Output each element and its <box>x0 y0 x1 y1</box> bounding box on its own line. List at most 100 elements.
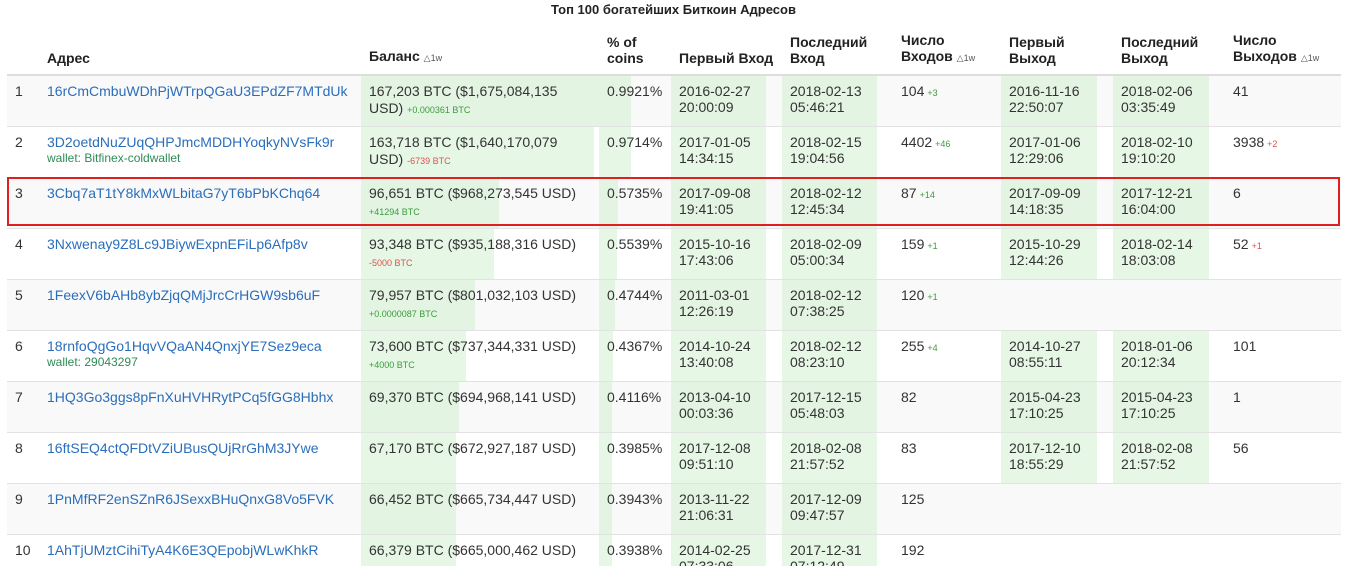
balance-change: +0.000361 BTC <box>407 105 471 115</box>
row-index: 1 <box>7 74 39 126</box>
row-pct: 0.3938% <box>599 533 671 566</box>
row-index: 7 <box>7 380 39 432</box>
row-first-out <box>1001 278 1113 330</box>
ins-value: 87 <box>901 184 917 201</box>
row-last-in: 2018-02-12 07:38:25 <box>782 278 893 330</box>
address-link[interactable]: 16rCmCmbuWDhPjWTrpQGaU3EPdZF7MTdUk <box>47 83 348 99</box>
first-in-value: 2014-10-24 13:40:08 <box>679 337 751 370</box>
row-last-in: 2017-12-15 05:48:03 <box>782 380 893 432</box>
row-last-in: 2018-02-09 05:00:34 <box>782 227 893 279</box>
header-balance[interactable]: Баланс △1w <box>361 30 599 76</box>
address-link[interactable]: 3D2oetdNuZUqQHPJmcMDDHYoqkyNVsFk9r <box>47 134 334 150</box>
row-last-in: 2017-12-31 07:12:49 <box>782 533 893 566</box>
address-link[interactable]: 1PnMfRF2enSZnR6JSexxBHuQnxG8Vo5FVK <box>47 491 334 507</box>
address-link[interactable]: 3Nxwenay9Z8Lc9JBiywExpnEFiLp6Afp8v <box>47 236 308 252</box>
header-ins[interactable]: Число Входов △1w <box>893 30 1001 76</box>
pct-value: 0.4367% <box>607 337 663 354</box>
row-balance: 73,600 BTC ($737,344,331 USD) +4000 BTC <box>361 329 599 381</box>
row-balance: 163,718 BTC ($1,640,170,079 USD) -6739 B… <box>361 125 599 177</box>
row-balance: 66,379 BTC ($665,000,462 USD) <box>361 533 599 566</box>
row-last-out: 2018-02-06 03:35:49 <box>1113 74 1225 126</box>
ins-value: 192 <box>901 541 925 558</box>
ins-value: 125 <box>901 490 925 507</box>
row-address: 3Nxwenay9Z8Lc9JBiywExpnEFiLp6Afp8v <box>39 227 361 279</box>
header-outs-line2: Выходов <box>1233 48 1297 64</box>
header-first-out[interactable]: Первый Выход <box>1001 30 1113 76</box>
last-out-value: 2018-01-06 20:12:34 <box>1121 337 1193 370</box>
pct-value: 0.3943% <box>607 490 663 507</box>
pct-value: 0.5539% <box>607 235 663 252</box>
row-balance: 167,203 BTC ($1,675,084,135 USD) +0.0003… <box>361 74 599 126</box>
address-link[interactable]: 1AhTjUMztCihiTyA4K6E3QEpobjWLwKhkR <box>47 542 319 558</box>
wallet-link[interactable]: wallet: 29043297 <box>47 355 353 369</box>
address-link[interactable]: 1HQ3Go3ggs8pFnXuHVHRytPCq5fGG8Hbhx <box>47 389 333 405</box>
header-address[interactable]: Адрес <box>39 30 361 76</box>
header-outs[interactable]: Число Выходов △1w <box>1225 30 1341 76</box>
row-first-out: 2017-09-09 14:18:35 <box>1001 176 1113 228</box>
table-row: 3 3Cbq7aT1tY8kMxWLbitaG7yT6bPbKChq64 96,… <box>7 176 1341 228</box>
address-link[interactable]: 3Cbq7aT1tY8kMxWLbitaG7yT6bPbKChq64 <box>47 185 320 201</box>
header-first-in[interactable]: Первый Вход <box>671 30 782 76</box>
last-out-value: 2015-04-23 17:10:25 <box>1121 388 1193 421</box>
last-out-value: 2018-02-14 18:03:08 <box>1121 235 1193 268</box>
row-last-out <box>1113 278 1225 330</box>
header-pct[interactable]: % of coins <box>599 30 671 76</box>
first-out-value: 2017-09-09 14:18:35 <box>1009 184 1081 217</box>
address-link[interactable]: 1FeexV6bAHb8ybZjqQMjJrcCrHGW9sb6uF <box>47 287 320 303</box>
ins-value: 83 <box>901 439 917 456</box>
pct-value: 0.4744% <box>607 286 663 303</box>
first-in-value: 2017-01-05 14:34:15 <box>679 133 751 166</box>
row-ins: 83 <box>893 431 1001 483</box>
row-last-out: 2018-02-08 21:57:52 <box>1113 431 1225 483</box>
row-index: 10 <box>7 533 39 566</box>
header-last-in-line2: Вход <box>790 50 825 66</box>
row-address: 16ftSEQ4ctQFDtVZiUBusQUjRrGhM3JYwe <box>39 431 361 483</box>
table-row: 1 16rCmCmbuWDhPjWTrpQGaU3EPdZF7MTdUk 167… <box>7 74 1341 126</box>
row-last-out: 2018-02-10 19:10:20 <box>1113 125 1225 177</box>
ins-change: +1 <box>927 240 938 251</box>
wallet-link[interactable]: wallet: Bitfinex-coldwallet <box>47 151 353 165</box>
pct-value: 0.5735% <box>607 184 663 201</box>
row-pct: 0.5735% <box>599 176 671 228</box>
row-last-in: 2018-02-13 05:46:21 <box>782 74 893 126</box>
address-link[interactable]: 16ftSEQ4ctQFDtVZiUBusQUjRrGhM3JYwe <box>47 440 319 456</box>
pct-value: 0.9714% <box>607 133 663 150</box>
ins-change: +46 <box>935 138 951 149</box>
ins-value: 4402 <box>901 133 933 150</box>
header-outs-line1: Число <box>1233 32 1277 48</box>
row-last-in: 2017-12-09 09:47:57 <box>782 482 893 534</box>
header-ins-line1: Число <box>901 32 945 48</box>
row-first-in: 2017-12-08 09:51:10 <box>671 431 782 483</box>
row-address: 16rCmCmbuWDhPjWTrpQGaU3EPdZF7MTdUk <box>39 74 361 126</box>
last-in-value: 2018-02-13 05:46:21 <box>790 83 862 115</box>
table-row: 8 16ftSEQ4ctQFDtVZiUBusQUjRrGhM3JYwe 67,… <box>7 431 1341 483</box>
last-in-value: 2018-02-12 07:38:25 <box>790 286 862 319</box>
row-ins: 120 +1 <box>893 278 1001 330</box>
table-row: 9 1PnMfRF2enSZnR6JSexxBHuQnxG8Vo5FVK 66,… <box>7 482 1341 534</box>
row-outs: 41 <box>1225 74 1341 126</box>
ins-change: +1 <box>927 291 938 302</box>
row-first-in: 2015-10-16 17:43:06 <box>671 227 782 279</box>
row-balance: 67,170 BTC ($672,927,187 USD) <box>361 431 599 483</box>
first-in-value: 2013-04-10 00:03:36 <box>679 388 751 421</box>
page: Топ 100 богатейших Биткоин Адресов Адрес… <box>0 0 1347 566</box>
row-first-out: 2017-01-06 12:29:06 <box>1001 125 1113 177</box>
row-outs: 3938 +2 <box>1225 125 1341 177</box>
header-last-in-line1: Последний <box>790 34 868 50</box>
outs-value: 52 <box>1233 235 1249 252</box>
ins-value: 120 <box>901 286 925 303</box>
balance-change: -6739 BTC <box>407 155 451 166</box>
header-last-out-line2: Выход <box>1121 50 1168 66</box>
last-in-value: 2018-02-15 19:04:56 <box>790 133 862 166</box>
header-ins-line2: Входов <box>901 48 953 64</box>
header-last-in[interactable]: Последний Вход <box>782 30 893 76</box>
row-index: 2 <box>7 125 39 177</box>
table-row: 5 1FeexV6bAHb8ybZjqQMjJrcCrHGW9sb6uF 79,… <box>7 278 1341 330</box>
row-address: 18rnfoQgGo1HqvVQaAN4QnxjYE7Sez9eca walle… <box>39 329 361 381</box>
row-balance: 79,957 BTC ($801,032,103 USD) +0.0000087… <box>361 278 599 330</box>
row-balance: 69,370 BTC ($694,968,141 USD) <box>361 380 599 432</box>
header-last-out[interactable]: Последний Выход <box>1113 30 1225 76</box>
address-link[interactable]: 18rnfoQgGo1HqvVQaAN4QnxjYE7Sez9eca <box>47 338 322 354</box>
rich-list-table: Адрес Баланс △1w % of coins Первый Вход П… <box>7 30 1341 566</box>
row-pct: 0.4367% <box>599 329 671 381</box>
